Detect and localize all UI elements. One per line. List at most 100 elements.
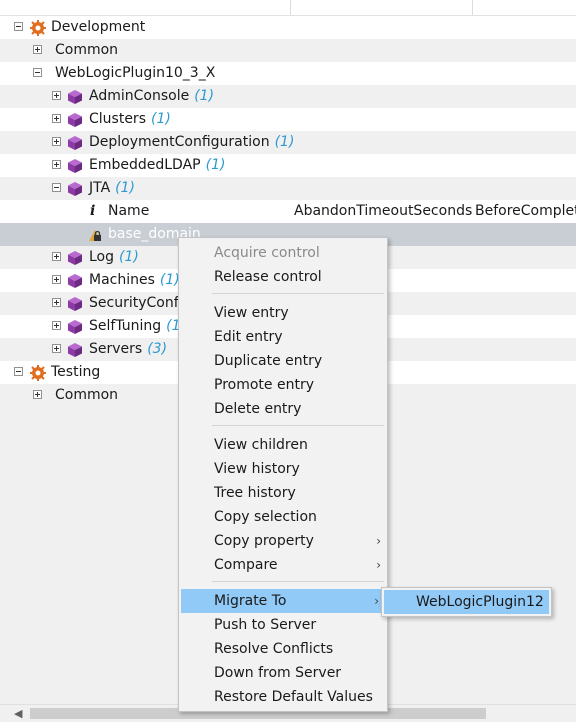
- submenu-item-weblogic-plugin12[interactable]: WebLogicPlugin12: [384, 590, 549, 614]
- collapse-icon[interactable]: [33, 68, 42, 77]
- menu-item-compare[interactable]: Compare ›: [179, 553, 387, 577]
- tree-node-label: Clusters (1): [89, 111, 171, 127]
- migrate-to-submenu: WebLogicPlugin12: [381, 587, 552, 617]
- tree-node-label: Log (1): [89, 249, 139, 265]
- menu-item-resolve-conflicts[interactable]: Resolve Conflicts: [179, 637, 387, 661]
- tree-node-embedded-ldap[interactable]: EmbeddedLDAP (1): [0, 154, 576, 177]
- menu-item-duplicate-entry[interactable]: Duplicate entry: [179, 349, 387, 373]
- cube-icon: [68, 274, 82, 288]
- menu-item-migrate-to[interactable]: Migrate To ›: [181, 589, 385, 613]
- cube-icon: [68, 320, 82, 334]
- expand-icon[interactable]: [52, 114, 61, 123]
- expand-icon[interactable]: [52, 137, 61, 146]
- menu-item-label: Resolve Conflicts: [214, 641, 334, 657]
- tree-node-label: DeploymentConfiguration (1): [89, 134, 295, 150]
- expand-icon[interactable]: [52, 275, 61, 284]
- expand-icon[interactable]: [52, 298, 61, 307]
- collapse-icon[interactable]: [14, 22, 23, 31]
- menu-item-label: Compare: [214, 557, 278, 573]
- menu-item-acquire-control[interactable]: Acquire control: [179, 241, 387, 265]
- menu-item-copy-property[interactable]: Copy property ›: [179, 529, 387, 553]
- cube-icon: [68, 251, 82, 265]
- expand-icon[interactable]: [52, 252, 61, 261]
- menu-item-label: View entry: [214, 305, 289, 321]
- tree-node-label: SelfTuning (1: [89, 318, 181, 334]
- submenu-arrow-icon: ›: [374, 594, 379, 608]
- menu-item-edit-entry[interactable]: Edit entry: [179, 325, 387, 349]
- collapse-icon[interactable]: [52, 183, 61, 192]
- menu-item-down-from-server[interactable]: Down from Server: [179, 661, 387, 685]
- cube-icon: [68, 182, 82, 196]
- menu-item-release-control[interactable]: Release control: [179, 265, 387, 289]
- menu-item-label: Push to Server: [214, 617, 317, 633]
- cube-icon: [68, 297, 82, 311]
- menu-item-label: View children: [214, 437, 308, 453]
- menu-item-delete-entry[interactable]: Delete entry: [179, 397, 387, 421]
- expand-icon[interactable]: [52, 91, 61, 100]
- lock-icon: [89, 230, 101, 241]
- column-header-abandon-timeout[interactable]: AbandonTimeoutSeconds: [294, 202, 472, 221]
- expand-icon[interactable]: [52, 344, 61, 353]
- gear-icon: [30, 20, 46, 36]
- tree-node-label: SecurityConfi: [89, 295, 183, 311]
- menu-item-label: Copy selection: [214, 509, 317, 525]
- tree-node-label: WebLogicPlugin10_3_X: [55, 65, 216, 81]
- expand-icon[interactable]: [33, 390, 42, 399]
- menu-item-label: Duplicate entry: [214, 353, 323, 369]
- cube-icon: [68, 343, 82, 357]
- menu-separator: [212, 581, 384, 582]
- menu-item-label: View history: [214, 461, 300, 477]
- tree-node-clusters[interactable]: Clusters (1): [0, 108, 576, 131]
- tree-node-label: Servers (3): [89, 341, 168, 357]
- tree-node-label: AdminConsole (1): [89, 88, 215, 104]
- column-separator[interactable]: [290, 0, 291, 15]
- menu-item-promote-entry[interactable]: Promote entry: [179, 373, 387, 397]
- gear-icon: [30, 365, 46, 381]
- tree-node-deployment-configuration[interactable]: DeploymentConfiguration (1): [0, 131, 576, 154]
- submenu-arrow-icon: ›: [376, 534, 381, 548]
- menu-item-label: Delete entry: [214, 401, 302, 417]
- expand-icon[interactable]: [33, 45, 42, 54]
- context-menu: Acquire control Release control View ent…: [178, 237, 388, 712]
- menu-item-label: Promote entry: [214, 377, 314, 393]
- menu-item-label: Release control: [214, 269, 322, 285]
- properties-header-row: i Name AbandonTimeoutSeconds BeforeCompl…: [0, 200, 576, 223]
- tree-node-label: Common: [55, 387, 119, 403]
- column-header-name[interactable]: Name: [108, 202, 149, 221]
- menu-item-label: Down from Server: [214, 665, 342, 681]
- tree-node-weblogic-plugin[interactable]: WebLogicPlugin10_3_X: [0, 62, 576, 85]
- cube-icon: [68, 90, 82, 104]
- tree-node-label: Machines (1): [89, 272, 180, 288]
- column-separator[interactable]: [472, 0, 473, 15]
- info-icon: i: [90, 203, 96, 219]
- menu-separator: [212, 425, 384, 426]
- tree-node-label: Development: [51, 19, 146, 35]
- menu-item-restore-default-values[interactable]: Restore Default Values: [179, 685, 387, 709]
- scroll-left-icon[interactable]: ◀: [14, 707, 22, 720]
- tree-node-label: Testing: [51, 364, 101, 380]
- submenu-arrow-icon: ›: [376, 558, 381, 572]
- expand-icon[interactable]: [52, 321, 61, 330]
- submenu-item-label: WebLogicPlugin12: [416, 594, 544, 610]
- menu-item-copy-selection[interactable]: Copy selection: [179, 505, 387, 529]
- menu-item-tree-history[interactable]: Tree history: [179, 481, 387, 505]
- menu-separator: [212, 293, 384, 294]
- tree-node-development[interactable]: Development: [0, 16, 576, 39]
- cube-icon: [68, 113, 82, 127]
- cube-icon: [68, 136, 82, 150]
- menu-item-view-history[interactable]: View history: [179, 457, 387, 481]
- tree-node-label: Common: [55, 42, 119, 58]
- menu-item-push-to-server[interactable]: Push to Server: [179, 613, 387, 637]
- tree-node-common[interactable]: Common: [0, 39, 576, 62]
- tree-node-admin-console[interactable]: AdminConsole (1): [0, 85, 576, 108]
- cube-icon: [68, 159, 82, 173]
- menu-item-view-children[interactable]: View children: [179, 433, 387, 457]
- column-header-before-completion[interactable]: BeforeComplet: [475, 202, 576, 221]
- collapse-icon[interactable]: [14, 367, 23, 376]
- menu-item-label: Tree history: [214, 485, 296, 501]
- menu-item-view-entry[interactable]: View entry: [179, 301, 387, 325]
- tree-node-jta[interactable]: JTA (1): [0, 177, 576, 200]
- menu-item-label: Acquire control: [214, 245, 320, 261]
- menu-item-label: Migrate To: [214, 593, 287, 609]
- expand-icon[interactable]: [52, 160, 61, 169]
